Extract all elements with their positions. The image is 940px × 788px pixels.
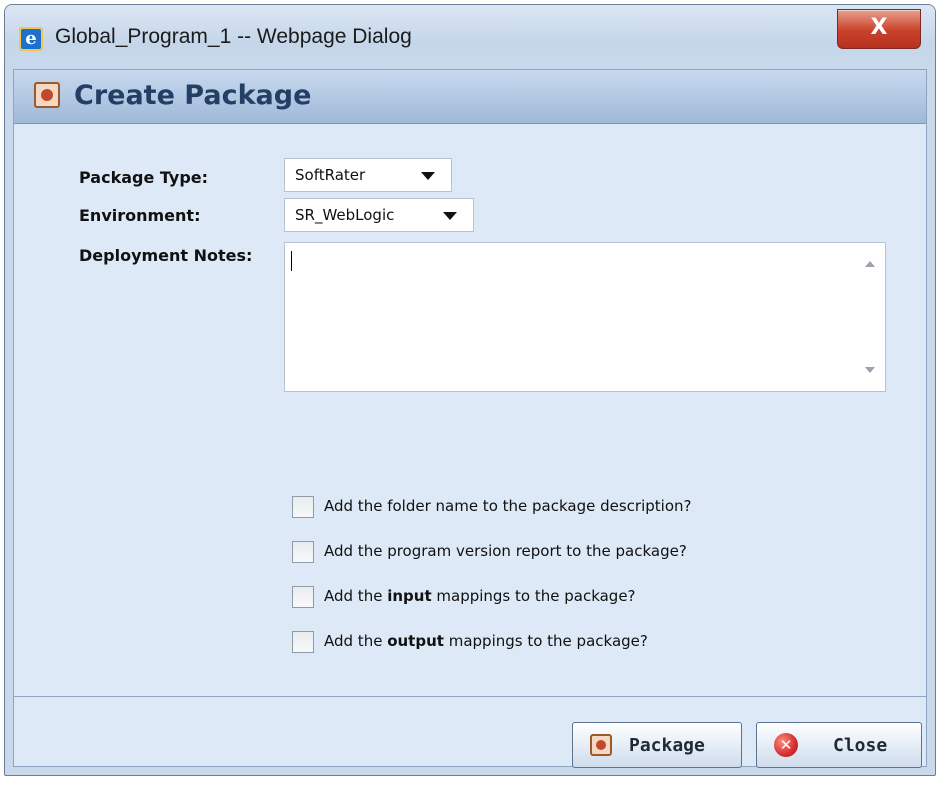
checkbox[interactable]	[292, 586, 314, 608]
window-close-button[interactable]: X	[837, 9, 921, 49]
title-bar: e Global_Program_1 -- Webpage Dialog X	[5, 5, 935, 69]
checkbox[interactable]	[292, 496, 314, 518]
dialog-body: Create Package Package Type: SoftRater E…	[13, 69, 927, 768]
deployment-notes-label: Deployment Notes:	[79, 246, 253, 265]
option-label: Add the output mappings to the package?	[324, 632, 648, 650]
ie-icon: e	[19, 27, 43, 51]
chevron-down-icon	[443, 212, 457, 220]
package-icon	[590, 734, 612, 756]
package-type-value: SoftRater	[295, 166, 366, 184]
dialog-window: e Global_Program_1 -- Webpage Dialog X C…	[4, 4, 936, 776]
panel-title: Create Package	[74, 80, 312, 111]
checkbox[interactable]	[292, 631, 314, 653]
package-type-label: Package Type:	[79, 168, 209, 187]
package-type-select[interactable]: SoftRater	[284, 158, 452, 192]
close-button-label: Close	[833, 735, 888, 756]
option-label: Add the input mappings to the package?	[324, 587, 636, 605]
close-icon: ✕	[774, 733, 798, 757]
environment-value: SR_WebLogic	[295, 206, 395, 224]
chevron-down-icon	[421, 172, 435, 180]
option-label: Add the program version report to the pa…	[324, 542, 687, 560]
text-cursor	[291, 251, 292, 271]
environment-select[interactable]: SR_WebLogic	[284, 198, 474, 232]
close-button[interactable]: ✕ Close	[756, 722, 922, 768]
scroll-up-icon[interactable]	[865, 261, 875, 267]
package-button[interactable]: Package	[572, 722, 742, 768]
environment-label: Environment:	[79, 206, 201, 225]
checkbox[interactable]	[292, 541, 314, 563]
panel-header: Create Package	[14, 70, 926, 124]
option-label: Add the folder name to the package descr…	[324, 497, 692, 515]
window-title: Global_Program_1 -- Webpage Dialog	[55, 25, 412, 48]
scroll-down-icon[interactable]	[865, 367, 875, 373]
package-button-label: Package	[629, 735, 705, 756]
package-icon	[34, 82, 60, 108]
footer-divider	[14, 696, 926, 697]
deployment-notes-textarea[interactable]	[284, 242, 886, 392]
